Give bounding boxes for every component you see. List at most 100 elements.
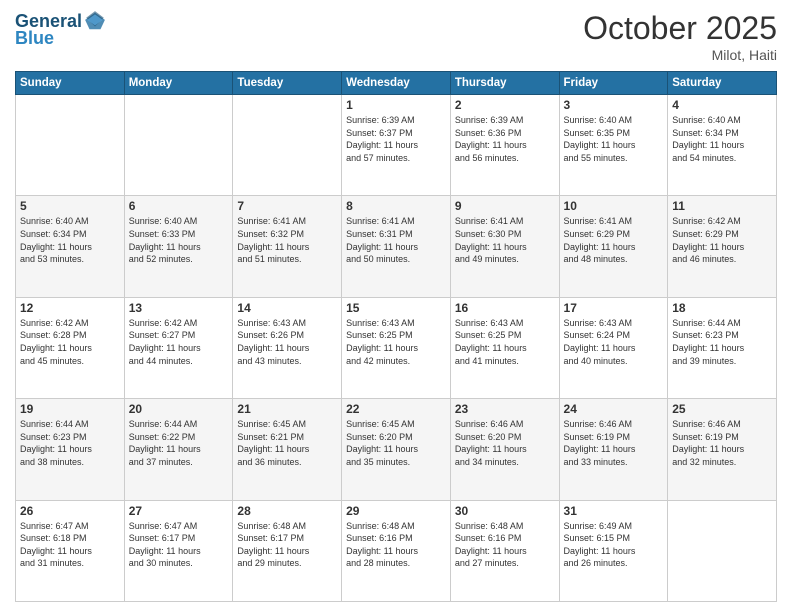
day-number: 18 [672,301,772,315]
day-info: Sunrise: 6:48 AM Sunset: 6:16 PM Dayligh… [346,520,446,570]
day-info: Sunrise: 6:43 AM Sunset: 6:26 PM Dayligh… [237,317,337,367]
week-row-0: 1 Sunrise: 6:39 AM Sunset: 6:37 PM Daylig… [16,95,777,196]
calendar-cell: 8Sunrise: 6:41 AM Sunset: 6:31 PM Daylig… [342,196,451,297]
day-info: Sunrise: 6:41 AM Sunset: 6:32 PM Dayligh… [237,215,337,265]
day-info: Sunrise: 6:43 AM Sunset: 6:25 PM Dayligh… [346,317,446,367]
day-number: 11 [672,199,772,213]
day-info: Sunrise: 6:41 AM Sunset: 6:30 PM Dayligh… [455,215,555,265]
calendar-header-row: SundayMondayTuesdayWednesdayThursdayFrid… [16,72,777,95]
month-title: October 2025 [583,10,777,47]
day-number: 10 [564,199,664,213]
day-number: 31 [564,504,664,518]
day-info: Sunrise: 6:49 AM Sunset: 6:15 PM Dayligh… [564,520,664,570]
day-info: Sunrise: 6:42 AM Sunset: 6:28 PM Dayligh… [20,317,120,367]
calendar-cell: 7 Sunrise: 6:41 AM Sunset: 6:32 PM Daylig… [233,196,342,297]
calendar-cell: 31 Sunrise: 6:49 AM Sunset: 6:15 PM Dayli… [559,500,668,601]
day-number: 7 [237,199,337,213]
day-info: Sunrise: 6:48 AM Sunset: 6:16 PM Dayligh… [455,520,555,570]
calendar-cell: 6 Sunrise: 6:40 AM Sunset: 6:33 PM Daylig… [124,196,233,297]
logo: General Blue [15,10,106,49]
day-number: 22 [346,402,446,416]
day-info: Sunrise: 6:41 AM Sunset: 6:31 PM Dayligh… [346,215,446,265]
day-number: 16 [455,301,555,315]
calendar-cell: 17Sunrise: 6:43 AM Sunset: 6:24 PM Dayli… [559,297,668,398]
day-info: Sunrise: 6:46 AM Sunset: 6:19 PM Dayligh… [672,418,772,468]
day-number: 26 [20,504,120,518]
day-number: 25 [672,402,772,416]
calendar-cell: 5 Sunrise: 6:40 AM Sunset: 6:34 PM Daylig… [16,196,125,297]
day-number: 13 [129,301,229,315]
week-row-2: 12Sunrise: 6:42 AM Sunset: 6:28 PM Dayli… [16,297,777,398]
calendar-cell: 21 Sunrise: 6:45 AM Sunset: 6:21 PM Dayli… [233,399,342,500]
day-number: 6 [129,199,229,213]
calendar-cell: 23Sunrise: 6:46 AM Sunset: 6:20 PM Dayli… [450,399,559,500]
day-info: Sunrise: 6:40 AM Sunset: 6:34 PM Dayligh… [20,215,120,265]
day-info: Sunrise: 6:43 AM Sunset: 6:25 PM Dayligh… [455,317,555,367]
header-cell-friday: Friday [559,72,668,95]
calendar-cell: 26 Sunrise: 6:47 AM Sunset: 6:18 PM Dayli… [16,500,125,601]
day-number: 19 [20,402,120,416]
calendar-body: 1 Sunrise: 6:39 AM Sunset: 6:37 PM Daylig… [16,95,777,602]
day-number: 24 [564,402,664,416]
header-cell-sunday: Sunday [16,72,125,95]
day-info: Sunrise: 6:48 AM Sunset: 6:17 PM Dayligh… [237,520,337,570]
day-info: Sunrise: 6:45 AM Sunset: 6:21 PM Dayligh… [237,418,337,468]
calendar-cell: 27 Sunrise: 6:47 AM Sunset: 6:17 PM Dayli… [124,500,233,601]
calendar-cell: 30 Sunrise: 6:48 AM Sunset: 6:16 PM Dayli… [450,500,559,601]
logo-icon [84,10,106,32]
calendar-cell: 14Sunrise: 6:43 AM Sunset: 6:26 PM Dayli… [233,297,342,398]
calendar-cell: 9 Sunrise: 6:41 AM Sunset: 6:30 PM Daylig… [450,196,559,297]
day-info: Sunrise: 6:44 AM Sunset: 6:22 PM Dayligh… [129,418,229,468]
calendar-cell: 15 Sunrise: 6:43 AM Sunset: 6:25 PM Dayli… [342,297,451,398]
calendar-cell: 10 Sunrise: 6:41 AM Sunset: 6:29 PM Dayli… [559,196,668,297]
title-block: October 2025 Milot, Haiti [583,10,777,63]
day-number: 9 [455,199,555,213]
day-info: Sunrise: 6:46 AM Sunset: 6:19 PM Dayligh… [564,418,664,468]
day-number: 29 [346,504,446,518]
calendar-cell: 29 Sunrise: 6:48 AM Sunset: 6:16 PM Dayli… [342,500,451,601]
day-number: 15 [346,301,446,315]
day-info: Sunrise: 6:40 AM Sunset: 6:34 PM Dayligh… [672,114,772,164]
day-number: 1 [346,98,446,112]
calendar-cell [668,500,777,601]
day-info: Sunrise: 6:42 AM Sunset: 6:29 PM Dayligh… [672,215,772,265]
day-info: Sunrise: 6:47 AM Sunset: 6:18 PM Dayligh… [20,520,120,570]
day-number: 4 [672,98,772,112]
header-cell-tuesday: Tuesday [233,72,342,95]
header-cell-thursday: Thursday [450,72,559,95]
week-row-4: 26 Sunrise: 6:47 AM Sunset: 6:18 PM Dayli… [16,500,777,601]
calendar-cell: 22 Sunrise: 6:45 AM Sunset: 6:20 PM Dayli… [342,399,451,500]
calendar-cell: 11 Sunrise: 6:42 AM Sunset: 6:29 PM Dayli… [668,196,777,297]
day-info: Sunrise: 6:47 AM Sunset: 6:17 PM Dayligh… [129,520,229,570]
calendar-cell: 28Sunrise: 6:48 AM Sunset: 6:17 PM Dayli… [233,500,342,601]
day-number: 30 [455,504,555,518]
week-row-3: 19 Sunrise: 6:44 AM Sunset: 6:23 PM Dayli… [16,399,777,500]
calendar-cell: 4 Sunrise: 6:40 AM Sunset: 6:34 PM Daylig… [668,95,777,196]
day-number: 27 [129,504,229,518]
calendar-cell: 20Sunrise: 6:44 AM Sunset: 6:22 PM Dayli… [124,399,233,500]
day-number: 23 [455,402,555,416]
day-info: Sunrise: 6:42 AM Sunset: 6:27 PM Dayligh… [129,317,229,367]
day-number: 5 [20,199,120,213]
header: General Blue October 2025 Milot, Haiti [15,10,777,63]
day-info: Sunrise: 6:39 AM Sunset: 6:37 PM Dayligh… [346,114,446,164]
day-info: Sunrise: 6:40 AM Sunset: 6:33 PM Dayligh… [129,215,229,265]
calendar-cell: 25 Sunrise: 6:46 AM Sunset: 6:19 PM Dayli… [668,399,777,500]
day-info: Sunrise: 6:41 AM Sunset: 6:29 PM Dayligh… [564,215,664,265]
header-cell-monday: Monday [124,72,233,95]
day-info: Sunrise: 6:45 AM Sunset: 6:20 PM Dayligh… [346,418,446,468]
day-number: 21 [237,402,337,416]
day-number: 2 [455,98,555,112]
calendar-cell: 18Sunrise: 6:44 AM Sunset: 6:23 PM Dayli… [668,297,777,398]
week-row-1: 5 Sunrise: 6:40 AM Sunset: 6:34 PM Daylig… [16,196,777,297]
page: General Blue October 2025 Milot, Haiti S… [0,0,792,612]
day-number: 3 [564,98,664,112]
calendar-cell: 1 Sunrise: 6:39 AM Sunset: 6:37 PM Daylig… [342,95,451,196]
day-info: Sunrise: 6:40 AM Sunset: 6:35 PM Dayligh… [564,114,664,164]
calendar-cell: 3 Sunrise: 6:40 AM Sunset: 6:35 PM Daylig… [559,95,668,196]
day-info: Sunrise: 6:44 AM Sunset: 6:23 PM Dayligh… [20,418,120,468]
header-cell-wednesday: Wednesday [342,72,451,95]
calendar-cell: 12Sunrise: 6:42 AM Sunset: 6:28 PM Dayli… [16,297,125,398]
calendar-cell [233,95,342,196]
calendar-cell: 13 Sunrise: 6:42 AM Sunset: 6:27 PM Dayli… [124,297,233,398]
